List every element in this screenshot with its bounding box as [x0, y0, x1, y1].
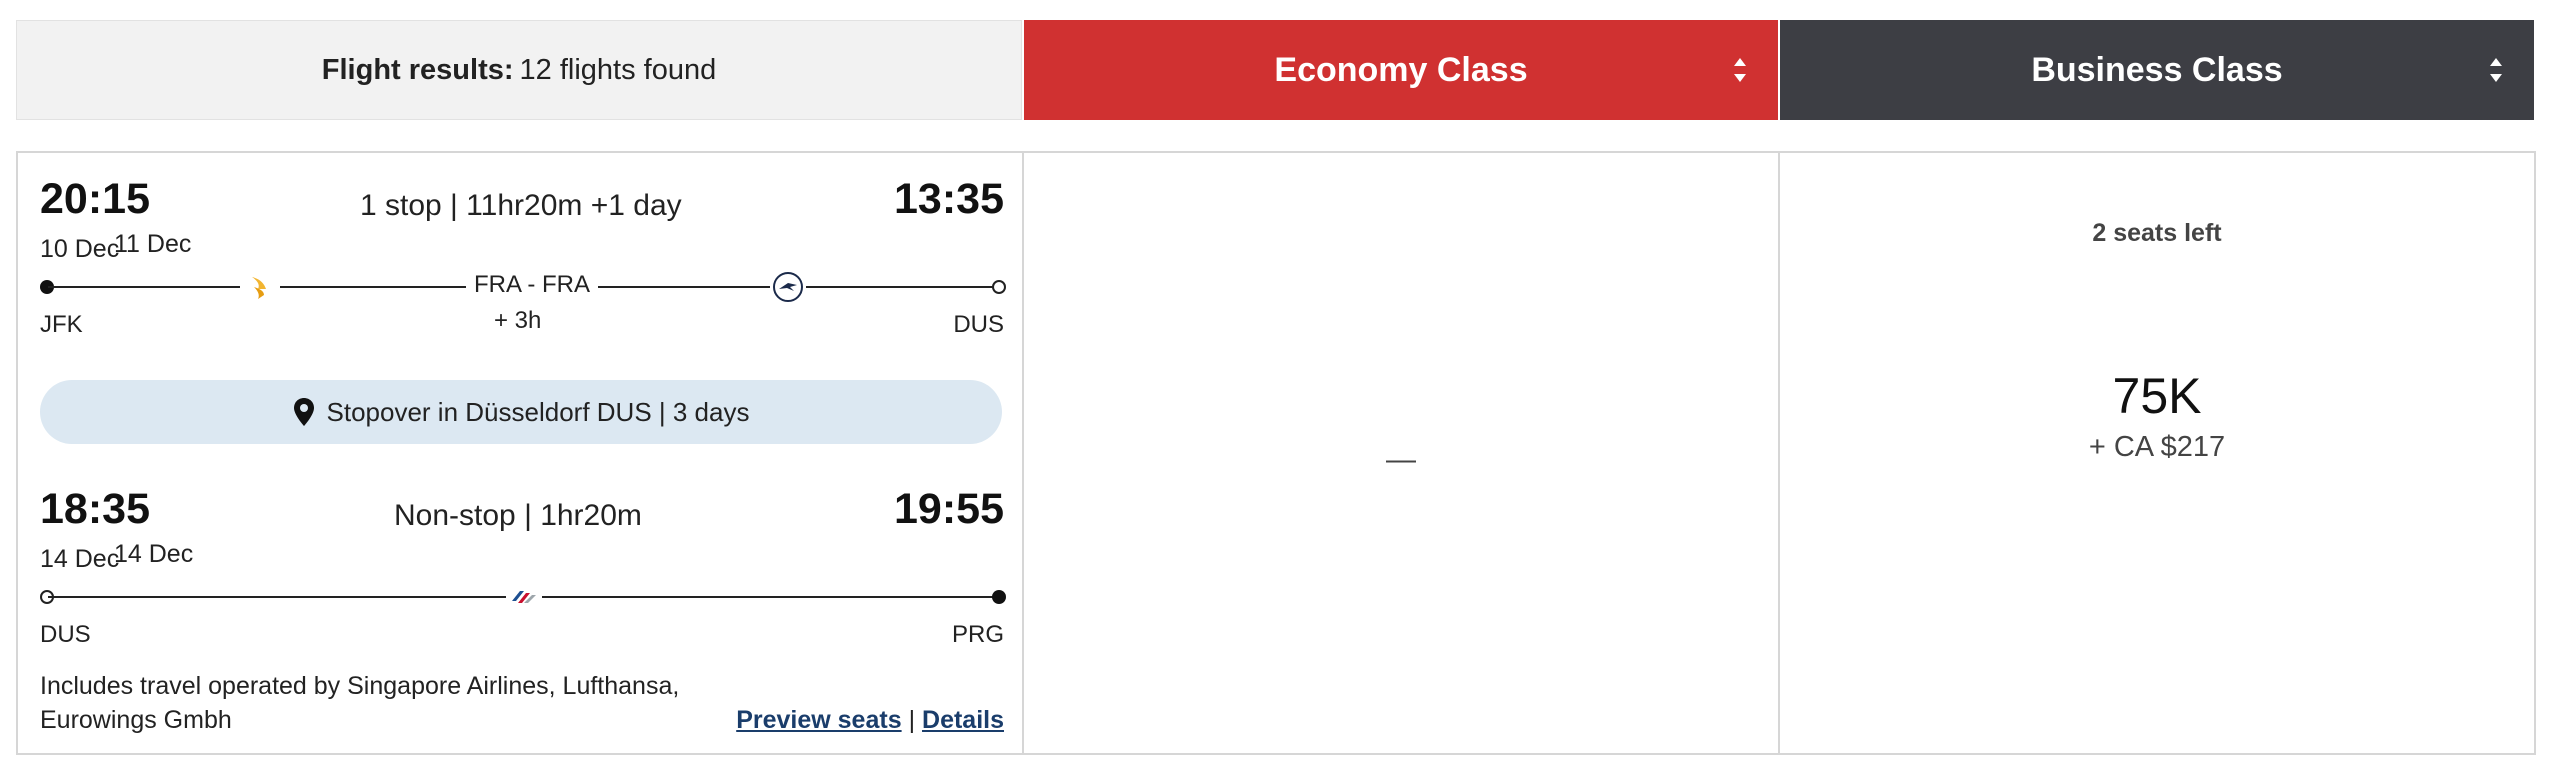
- operated-by-note: Includes travel operated by Singapore Ai…: [40, 672, 680, 734]
- leg2-origin-code: DUS: [40, 621, 91, 648]
- leg1-arrive-date: 11 Dec: [114, 230, 192, 258]
- lufthansa-icon: [770, 269, 806, 305]
- stopover-text: Stopover in Düsseldorf DUS | 3 days: [326, 396, 750, 427]
- leg1-depart-time: 20:15: [40, 175, 150, 223]
- leg2-depart-time: 18:35: [40, 485, 150, 533]
- business-cash-price: + CA $217: [2088, 431, 2226, 463]
- results-count: 12 flights found: [519, 53, 717, 86]
- stopover-banner: Stopover in Düsseldorf DUS | 3 days: [40, 380, 1002, 444]
- leg1-origin-code: JFK: [40, 311, 83, 338]
- business-class-sort-button[interactable]: Business Class: [1780, 20, 2534, 120]
- leg1-stops-duration: 1 stop | 11hr20m: [360, 189, 583, 222]
- leg2-summary: Non-stop | 1hr20m: [394, 499, 642, 532]
- link-separator: |: [908, 706, 916, 734]
- destination-dot: [992, 280, 1006, 294]
- flight-links: Preview seats | Details: [736, 706, 1004, 735]
- leg2-destination-code: PRG: [951, 621, 1004, 648]
- business-class-label: Business Class: [2031, 50, 2283, 89]
- business-fare-cell[interactable]: 2 seats left 75K + CA $217: [1778, 151, 2536, 755]
- flight-results-bar: Flight results: 12 flights found: [16, 20, 1022, 120]
- business-miles-price[interactable]: 75K: [1780, 367, 2534, 425]
- leg2-arrive-date: 14 Dec: [114, 540, 194, 568]
- sort-icon: [2490, 58, 2502, 82]
- leg1-day-offset: +1 day: [590, 189, 682, 222]
- singapore-airlines-icon: [240, 271, 280, 303]
- map-pin-icon: [293, 398, 314, 426]
- results-label: Flight results:: [321, 53, 514, 86]
- american-airlines-icon: [506, 585, 542, 609]
- flight-itinerary-card: 20:15 10 Dec 11 Dec 1 stop | 11hr20m +1 …: [16, 151, 1024, 755]
- leg1-destination-code: DUS: [953, 311, 1004, 338]
- economy-class-label: Economy Class: [1274, 50, 1528, 89]
- leg2-depart-date: 14 Dec: [40, 545, 120, 573]
- economy-class-sort-button[interactable]: Economy Class: [1024, 20, 1778, 120]
- leg1-depart-date: 10 Dec: [40, 235, 120, 263]
- leg1-summary: 1 stop | 11hr20m +1 day: [360, 189, 682, 223]
- economy-fare-cell: —: [1022, 151, 1780, 755]
- sort-icon: [1734, 58, 1746, 82]
- details-link[interactable]: Details: [922, 706, 1004, 734]
- leg2-arrive-time: 19:55: [894, 485, 1004, 533]
- economy-unavailable: —: [1386, 443, 1416, 476]
- seats-left-badge: 2 seats left: [2092, 219, 2222, 247]
- leg1-stop-airports: FRA - FRA: [466, 271, 599, 299]
- leg1-layover-duration: + 3h: [494, 307, 542, 334]
- leg1-arrive-time: 13:35: [894, 175, 1004, 223]
- preview-seats-link[interactable]: Preview seats: [736, 706, 901, 734]
- destination-dot: [992, 590, 1006, 604]
